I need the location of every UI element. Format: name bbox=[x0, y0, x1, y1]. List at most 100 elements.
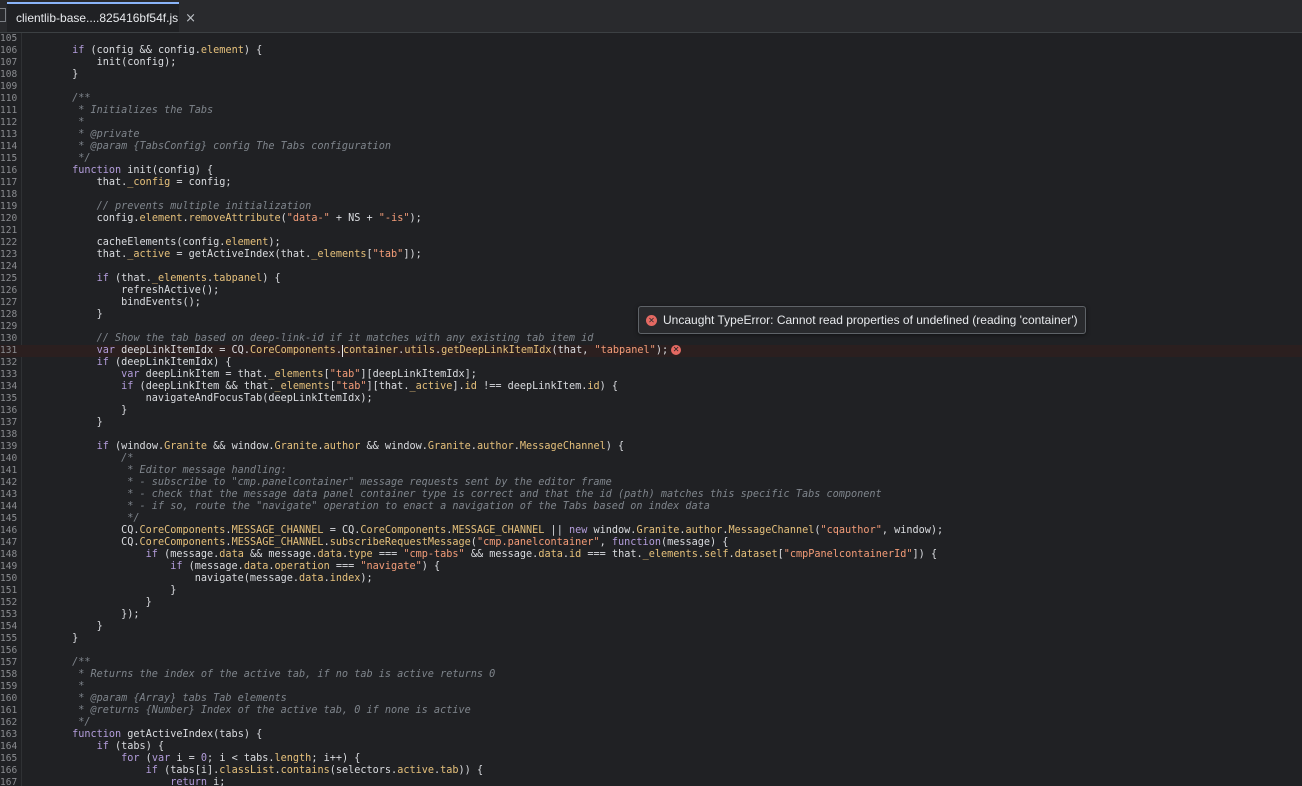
line-number[interactable]: 112 bbox=[0, 117, 18, 129]
line-number[interactable]: 140 bbox=[0, 453, 18, 465]
line-number[interactable]: 141 bbox=[0, 465, 18, 477]
error-icon: ✕ bbox=[646, 314, 657, 326]
line-number[interactable]: 147 bbox=[0, 537, 18, 549]
line-number[interactable]: 126 bbox=[0, 285, 18, 297]
line-number[interactable]: 117 bbox=[0, 177, 18, 189]
line-number[interactable]: 123 bbox=[0, 249, 18, 261]
line-number[interactable]: 120 bbox=[0, 213, 18, 225]
line-number[interactable]: 122 bbox=[0, 237, 18, 249]
line-number[interactable]: 150 bbox=[0, 573, 18, 585]
line-number[interactable]: 166 bbox=[0, 765, 18, 777]
line-number[interactable]: 130 bbox=[0, 333, 18, 345]
code-line: 149 if (message.data.operation === "navi… bbox=[0, 561, 1302, 573]
code-text: config.element.removeAttribute("data-" +… bbox=[23, 213, 422, 224]
code-editor[interactable]: 105 106 if (config && config.element) {10… bbox=[0, 33, 1302, 786]
line-number[interactable]: 136 bbox=[0, 405, 18, 417]
line-number[interactable]: 106 bbox=[0, 45, 18, 57]
line-number[interactable]: 161 bbox=[0, 705, 18, 717]
code-text: * @private bbox=[23, 129, 140, 140]
line-number[interactable]: 153 bbox=[0, 609, 18, 621]
line-number[interactable]: 129 bbox=[0, 321, 18, 333]
code-text: * Returns the index of the active tab, i… bbox=[23, 669, 496, 680]
code-text: if (message.data && message.data.type ==… bbox=[145, 549, 938, 560]
code-line: 147 CQ.CoreComponents.MESSAGE_CHANNEL.su… bbox=[0, 537, 1302, 549]
line-number[interactable]: 146 bbox=[0, 525, 18, 537]
line-number[interactable]: 108 bbox=[0, 69, 18, 81]
line-number[interactable]: 155 bbox=[0, 633, 18, 645]
line-number[interactable]: 142 bbox=[0, 477, 18, 489]
line-number[interactable]: 158 bbox=[0, 669, 18, 681]
code-text: cacheElements(config.element); bbox=[23, 237, 281, 248]
sidebar-toggle-icon[interactable] bbox=[0, 8, 6, 22]
code-line: 124 bbox=[0, 261, 1302, 273]
code-line: 115 */ bbox=[0, 153, 1302, 165]
code-line: 155 } bbox=[0, 633, 1302, 645]
line-number[interactable]: 152 bbox=[0, 597, 18, 609]
line-number[interactable]: 163 bbox=[0, 729, 18, 741]
code-line: 139 if (window.Granite && window.Granite… bbox=[0, 441, 1302, 453]
tab-source-file[interactable]: clientlib-base....825416bf54f.js × bbox=[7, 2, 196, 32]
line-number[interactable]: 135 bbox=[0, 393, 18, 405]
code-line: 107 init(config); bbox=[0, 57, 1302, 69]
code-text: // Show the tab based on deep-link-id if… bbox=[23, 333, 594, 344]
line-number[interactable]: 118 bbox=[0, 189, 18, 201]
line-number[interactable]: 144 bbox=[0, 501, 18, 513]
code-text: if (that._elements.tabpanel) { bbox=[96, 273, 281, 284]
code-text: }); bbox=[23, 609, 140, 620]
line-number[interactable]: 139 bbox=[0, 441, 18, 453]
line-number[interactable]: 121 bbox=[0, 225, 18, 237]
line-number[interactable]: 151 bbox=[0, 585, 18, 597]
code-line: 167 return i; bbox=[0, 777, 1302, 786]
code-text: if (tabs) { bbox=[96, 741, 165, 752]
line-number[interactable]: 162 bbox=[0, 717, 18, 729]
line-number[interactable]: 114 bbox=[0, 141, 18, 153]
line-number[interactable]: 125 bbox=[0, 273, 18, 285]
line-number[interactable]: 145 bbox=[0, 513, 18, 525]
line-number[interactable]: 127 bbox=[0, 297, 18, 309]
code-line: 165 for (var i = 0; i < tabs.length; i++… bbox=[0, 753, 1302, 765]
line-number[interactable]: 143 bbox=[0, 489, 18, 501]
line-number[interactable]: 137 bbox=[0, 417, 18, 429]
line-number[interactable]: 167 bbox=[0, 777, 18, 786]
line-number[interactable]: 149 bbox=[0, 561, 18, 573]
line-number[interactable]: 124 bbox=[0, 261, 18, 273]
line-number[interactable]: 116 bbox=[0, 165, 18, 177]
line-number[interactable]: 157 bbox=[0, 657, 18, 669]
inline-error-icon[interactable]: ✕ bbox=[671, 345, 682, 355]
line-number[interactable]: 132 bbox=[0, 357, 18, 369]
line-number[interactable]: 105 bbox=[0, 33, 18, 45]
line-number[interactable]: 154 bbox=[0, 621, 18, 633]
code-text: that._config = config; bbox=[23, 177, 232, 188]
line-number[interactable]: 138 bbox=[0, 429, 18, 441]
line-number[interactable]: 134 bbox=[0, 381, 18, 393]
code-text: } bbox=[23, 417, 103, 428]
close-icon[interactable]: × bbox=[185, 11, 196, 26]
code-line: 140 /* bbox=[0, 453, 1302, 465]
line-number[interactable]: 159 bbox=[0, 681, 18, 693]
code-text: * - subscribe to "cmp.panelcontainer" me… bbox=[23, 477, 612, 488]
code-line: 141 * Editor message handling: bbox=[0, 465, 1302, 477]
code-text: /* bbox=[23, 453, 134, 464]
line-number[interactable]: 133 bbox=[0, 369, 18, 381]
line-number[interactable]: 131 bbox=[0, 345, 18, 357]
line-number[interactable]: 110 bbox=[0, 93, 18, 105]
line-number[interactable]: 164 bbox=[0, 741, 18, 753]
code-line: 118 bbox=[0, 189, 1302, 201]
code-text: CQ.CoreComponents.MESSAGE_CHANNEL = CQ.C… bbox=[23, 525, 944, 536]
line-number[interactable]: 128 bbox=[0, 309, 18, 321]
code-line: 134 if (deepLinkItem && that._elements["… bbox=[0, 381, 1302, 393]
line-number[interactable]: 107 bbox=[0, 57, 18, 69]
code-text: navigate(message.data.index); bbox=[23, 573, 373, 584]
line-number[interactable]: 119 bbox=[0, 201, 18, 213]
code-line: 109 bbox=[0, 81, 1302, 93]
line-number[interactable]: 113 bbox=[0, 129, 18, 141]
line-number[interactable]: 160 bbox=[0, 693, 18, 705]
line-number[interactable]: 111 bbox=[0, 105, 18, 117]
line-number[interactable]: 109 bbox=[0, 81, 18, 93]
code-line: 113 * @private bbox=[0, 129, 1302, 141]
line-number[interactable]: 156 bbox=[0, 645, 18, 657]
code-line: 136 } bbox=[0, 405, 1302, 417]
line-number[interactable]: 115 bbox=[0, 153, 18, 165]
line-number[interactable]: 148 bbox=[0, 549, 18, 561]
line-number[interactable]: 165 bbox=[0, 753, 18, 765]
